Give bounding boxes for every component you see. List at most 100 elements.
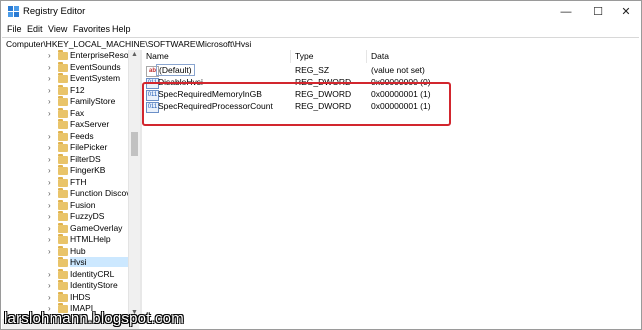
chevron-right-icon[interactable]: ›	[48, 212, 51, 221]
watermark-text: larslohmann.blogspot.com	[4, 310, 184, 327]
folder-icon	[58, 165, 68, 175]
chevron-right-icon[interactable]: ›	[48, 155, 51, 164]
menu-view[interactable]: View	[48, 24, 67, 34]
tree-item-selected[interactable]: Hvsi	[2, 257, 130, 269]
address-path[interactable]: Computer\HKEY_LOCAL_MACHINE\SOFTWARE\Mic…	[6, 39, 251, 49]
chevron-right-icon[interactable]: ›	[48, 247, 51, 256]
column-header-data[interactable]: Data	[367, 50, 640, 63]
tree-item-label: Hvsi	[70, 257, 130, 267]
scroll-up-arrow-icon[interactable]: ▲	[131, 51, 138, 58]
tree-item[interactable]: › Hub	[2, 245, 130, 258]
folder-icon	[58, 268, 68, 279]
folder-icon	[58, 130, 68, 141]
tree-item-label: FilePicker	[70, 142, 108, 152]
menu-help[interactable]: Help	[112, 24, 131, 34]
tree-item[interactable]: › Feeds	[2, 130, 130, 143]
maximize-button[interactable]: ☐	[583, 1, 613, 23]
tree-item[interactable]: › EventSystem	[2, 73, 130, 85]
close-button[interactable]: ✕	[611, 1, 641, 23]
registry-editor-app-icon	[8, 6, 19, 17]
tree-item[interactable]: › IHDS	[2, 291, 130, 304]
registry-editor-window: Registry Editor — ☐ ✕ File Edit View Fav…	[0, 0, 642, 330]
folder-icon	[58, 176, 68, 187]
folder-icon	[58, 61, 68, 72]
tree-item[interactable]: › F12	[2, 84, 130, 97]
folder-icon	[58, 188, 68, 198]
chevron-right-icon[interactable]: ›	[48, 86, 51, 95]
value-row[interactable]: ab (Default) REG_SZ (value not set)	[142, 64, 640, 77]
value-type: REG_SZ	[295, 65, 330, 75]
tree-item[interactable]: › GameOverlay	[2, 222, 130, 235]
tree-item-label: FuzzyDS	[70, 211, 105, 221]
folder-icon	[58, 107, 68, 118]
folder-icon	[58, 291, 68, 302]
tree-item-label: EnterpriseResourc	[70, 50, 130, 60]
chevron-right-icon[interactable]: ›	[48, 293, 51, 302]
chevron-right-icon[interactable]: ›	[48, 270, 51, 279]
highlight-box	[142, 82, 451, 126]
minimize-button[interactable]: —	[551, 1, 581, 23]
chevron-right-icon[interactable]: ›	[48, 189, 51, 198]
chevron-right-icon[interactable]: ›	[48, 201, 51, 210]
tree-item[interactable]: › FilterDS	[2, 153, 130, 166]
tree-item[interactable]: › IdentityStore	[2, 280, 130, 292]
chevron-right-icon[interactable]: ›	[48, 63, 51, 72]
tree-item[interactable]: › FTH	[2, 176, 130, 189]
chevron-right-icon[interactable]: ›	[48, 224, 51, 233]
tree-item-label: IdentityCRL	[70, 268, 115, 279]
tree-item-label: FingerKB	[70, 165, 106, 175]
chevron-right-icon[interactable]: ›	[48, 97, 51, 106]
tree-item[interactable]: › FingerKB	[2, 165, 130, 177]
chevron-right-icon[interactable]: ›	[48, 281, 51, 290]
folder-icon	[58, 142, 68, 152]
tree-item-label: IHDS	[70, 291, 91, 302]
chevron-right-icon[interactable]: ›	[48, 74, 51, 83]
tree-item-label: HTMLHelp	[70, 234, 111, 244]
menu-file[interactable]: File	[7, 24, 22, 34]
address-bar[interactable]: Computer\HKEY_LOCAL_MACHINE\SOFTWARE\Mic…	[2, 37, 639, 51]
column-header-name[interactable]: Name	[142, 50, 291, 63]
menu-edit[interactable]: Edit	[27, 24, 43, 34]
tree-item[interactable]: › EnterpriseResourc	[2, 50, 130, 62]
title-bar[interactable]: Registry Editor — ☐ ✕	[1, 1, 641, 23]
chevron-right-icon[interactable]: ›	[48, 166, 51, 175]
chevron-right-icon[interactable]: ›	[48, 235, 51, 244]
folder-icon	[58, 73, 68, 83]
tree-item-label: IdentityStore	[70, 280, 118, 290]
tree-item[interactable]: › EventSounds	[2, 61, 130, 74]
tree-item-label: Function Discove	[70, 188, 130, 198]
tree-item[interactable]: › HTMLHelp	[2, 234, 130, 246]
chevron-right-icon[interactable]: ›	[48, 132, 51, 141]
tree-item-label: Fusion	[70, 199, 96, 210]
tree-item[interactable]: › FilePicker	[2, 142, 130, 154]
folder-icon	[58, 280, 68, 290]
scroll-thumb[interactable]	[131, 132, 138, 156]
menu-bar: File Edit View Favorites Help	[1, 23, 641, 37]
chevron-right-icon[interactable]: ›	[48, 178, 51, 187]
folder-icon	[58, 50, 68, 60]
folder-icon	[58, 211, 68, 221]
tree-item-label: EventSounds	[70, 61, 121, 72]
tree-item-label: EventSystem	[70, 73, 121, 83]
column-header-type[interactable]: Type	[291, 50, 367, 63]
chevron-right-icon[interactable]: ›	[48, 109, 51, 118]
value-name: (Default)	[156, 64, 195, 76]
tree-item[interactable]: › FamilyStore	[2, 96, 130, 108]
chevron-right-icon[interactable]: ›	[48, 51, 51, 60]
tree-item[interactable]: › IdentityCRL	[2, 268, 130, 281]
folder-icon	[58, 199, 68, 210]
tree-item-label: FaxServer	[70, 119, 110, 129]
tree-item[interactable]: FaxServer	[2, 119, 130, 131]
tree-item[interactable]: › Fusion	[2, 199, 130, 212]
tree-item[interactable]: › Fax	[2, 107, 130, 120]
tree-vertical-scrollbar[interactable]: ▲ ▼	[128, 50, 140, 319]
tree-item-label: Fax	[70, 107, 85, 118]
tree-item-label: GameOverlay	[70, 222, 123, 233]
value-data: (value not set)	[371, 65, 425, 75]
menu-favorites[interactable]: Favorites	[73, 24, 110, 34]
tree-item-label: FilterDS	[70, 153, 101, 164]
folder-icon	[58, 245, 68, 256]
tree-item[interactable]: › FuzzyDS	[2, 211, 130, 223]
tree-item[interactable]: › Function Discove	[2, 188, 130, 200]
chevron-right-icon[interactable]: ›	[48, 143, 51, 152]
